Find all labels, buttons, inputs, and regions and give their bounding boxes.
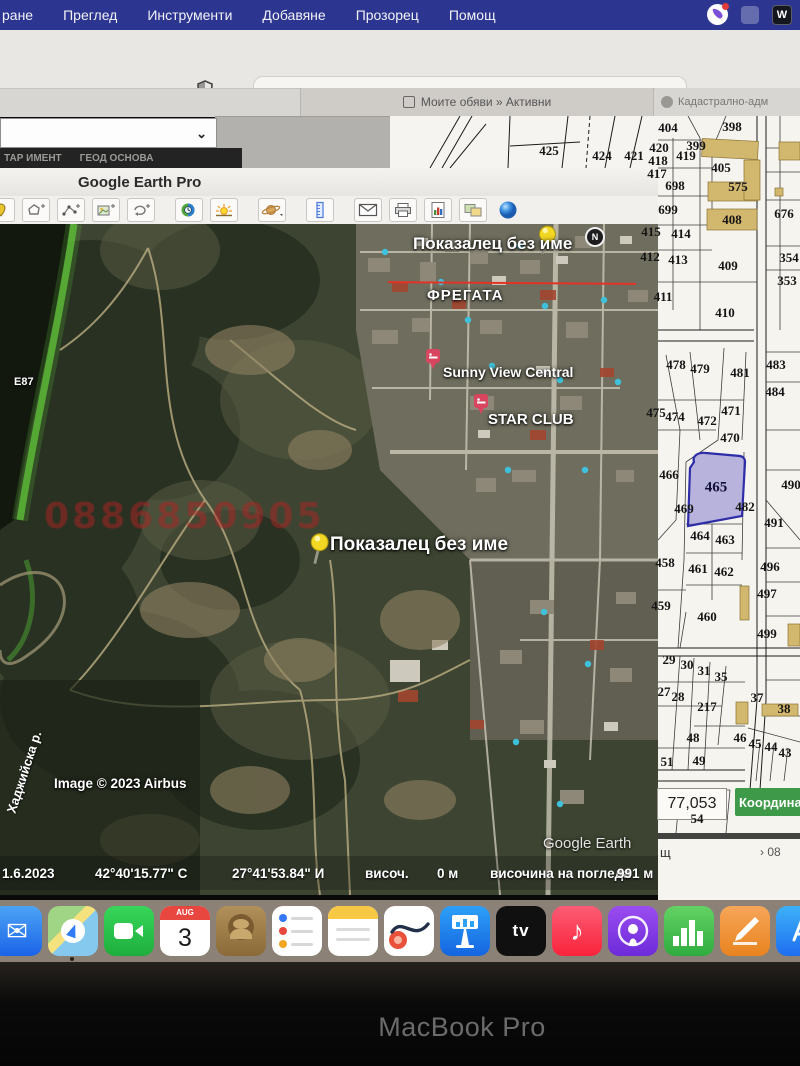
polygon-add-icon[interactable] <box>22 198 50 222</box>
menu-bar-status-icons: W <box>707 4 792 25</box>
window-title: Google Earth Pro <box>78 174 201 191</box>
longitude-value: 27°41'53.84" И <box>232 866 324 881</box>
imagery-credit: Image © 2023 Airbus <box>54 776 187 791</box>
browser-toolbar: kais.cadastre.bg ↻ <box>0 30 800 88</box>
map-switch-icon[interactable] <box>459 198 487 222</box>
cadastre-top-strip <box>390 116 658 168</box>
envelope-icon: ✉ <box>6 916 28 947</box>
navigation-arrow-icon <box>61 919 85 943</box>
menu-item-5[interactable]: Помощ <box>449 7 496 23</box>
menu-items: ране Преглед Инструменти Добавяне Прозорец По… <box>0 7 496 23</box>
ruler-icon[interactable] <box>306 198 334 222</box>
kais-dark-tab-bar: ТАР ИМЕНТ ГЕОД ОСНОВА <box>0 148 242 168</box>
google-earth-toolbar <box>0 196 658 225</box>
elevation-value: 0 м <box>437 866 458 881</box>
text-fragment: щ <box>660 845 671 860</box>
facetime-app-icon[interactable] <box>104 906 154 956</box>
device-label: MacBook Pro <box>287 1012 637 1043</box>
freeform-app-icon[interactable] <box>384 906 434 956</box>
google-earth-watermark: Google Earth <box>543 835 631 852</box>
eye-altitude-label: височина на погледа <box>490 866 631 881</box>
menu-item-2[interactable]: Инструменти <box>147 7 232 23</box>
earth-web-icon[interactable] <box>494 198 522 222</box>
earth-status-bar: 1.6.2023 42°40'15.77" С 27°41'53.84" И в… <box>0 860 658 890</box>
email-icon[interactable] <box>354 198 382 222</box>
tab-moite-obyavi[interactable]: Моите обяви » Активни <box>300 88 654 116</box>
reminders-app-icon[interactable] <box>272 906 322 956</box>
coordinates-button[interactable]: Координа <box>735 788 800 816</box>
tab-label: Моите обяви » Активни <box>421 95 551 109</box>
tab-label: Кадастрално-адм <box>678 96 768 108</box>
maps-app-icon[interactable] <box>48 906 98 956</box>
apple-tv-app-icon[interactable]: tv <box>496 906 546 956</box>
macos-menu-bar: ране Преглед Инструменти Добавяне Прозорец По… <box>0 0 800 30</box>
tour-record-icon[interactable] <box>127 198 155 222</box>
historical-imagery-icon[interactable] <box>175 198 203 222</box>
google-earth-titlebar[interactable]: Google Earth Pro <box>0 168 658 197</box>
podcasts-app-icon[interactable] <box>608 906 658 956</box>
elevation-label: височ. <box>365 866 409 881</box>
music-note-icon: ♪ <box>570 916 584 947</box>
text-fragment: › 08 <box>760 845 781 859</box>
tab-kadastralno[interactable]: Кадастрално-адм <box>655 88 800 116</box>
selected-parcel-465[interactable] <box>688 453 745 526</box>
tv-label: tv <box>512 921 529 941</box>
menu-item-0[interactable]: ране <box>2 7 33 23</box>
contacts-app-icon[interactable] <box>216 906 266 956</box>
calendar-app-icon[interactable]: AUG 3 <box>160 906 210 956</box>
calendar-month: AUG <box>160 906 210 920</box>
macbook-screen-photo: ране Преглед Инструменти Добавяне Прозорец По… <box>0 0 800 1066</box>
fregata-label: ФРЕГАТА <box>427 287 504 304</box>
viber-icon[interactable] <box>707 4 728 25</box>
image-overlay-add-icon[interactable] <box>92 198 120 222</box>
keynote-app-icon[interactable] <box>440 906 490 956</box>
calendar-day: 3 <box>160 920 210 956</box>
translucent-app-icon[interactable] <box>741 6 759 24</box>
path-add-icon[interactable] <box>57 198 85 222</box>
pages-app-icon[interactable] <box>720 906 770 956</box>
eye-altitude-value: 991 м <box>617 866 653 881</box>
menu-item-1[interactable]: Преглед <box>63 7 117 23</box>
placemark-label[interactable]: Показалец без име <box>330 534 508 556</box>
numbers-app-icon[interactable] <box>664 906 714 956</box>
notes-app-icon[interactable] <box>328 906 378 956</box>
placemark-label[interactable]: Показалец без име <box>413 234 572 254</box>
app-store-icon[interactable] <box>776 906 800 956</box>
macos-dock: ✉ AUG 3 tv ♪ <box>0 900 800 962</box>
print-icon[interactable] <box>389 198 417 222</box>
satellite-map-viewport[interactable]: Показалец без име N ФРЕГАТА Sunny View C… <box>0 224 658 895</box>
north-compass-badge: N <box>585 227 605 247</box>
cadastre-map-panel[interactable] <box>658 116 800 900</box>
save-image-icon[interactable] <box>424 198 452 222</box>
w-app-icon[interactable]: W <box>772 5 792 25</box>
tab-favicon <box>403 96 415 108</box>
running-app-indicator <box>70 957 74 961</box>
kais-tab-fragment[interactable]: ТАР ИМЕНТ <box>4 153 62 164</box>
planets-icon[interactable] <box>258 198 286 222</box>
panel-shadow <box>658 833 800 839</box>
mail-app-icon[interactable]: ✉ <box>0 906 42 956</box>
kais-tab-fragment[interactable]: ГЕОД ОСНОВА <box>80 153 154 164</box>
latitude-value: 42°40'15.77" С <box>95 866 187 881</box>
music-app-icon[interactable]: ♪ <box>552 906 602 956</box>
imagery-date: 1.6.2023 <box>2 866 55 881</box>
lodging-pin-icon[interactable] <box>426 349 442 370</box>
sunny-view-label[interactable]: Sunny View Central <box>443 364 573 380</box>
menu-item-3[interactable]: Добавяне <box>262 7 325 23</box>
sunlight-icon[interactable] <box>210 198 238 222</box>
placemark-add-icon[interactable] <box>0 198 15 222</box>
area-value-box: 77,053 <box>657 788 727 820</box>
star-club-label[interactable]: STAR CLUB <box>488 411 574 428</box>
cadastre-lines <box>390 116 658 168</box>
contact-shoulders <box>230 929 252 939</box>
pushpin-icon[interactable] <box>303 532 333 568</box>
viber-notification-dot <box>722 3 729 10</box>
kais-dropdown[interactable]: ⌄ <box>0 118 217 148</box>
road-e87-label: E87 <box>14 376 34 388</box>
tab-favicon-round <box>661 96 673 108</box>
phone-watermark: 0886850905 <box>44 496 325 537</box>
menu-item-4[interactable]: Прозорец <box>356 7 419 23</box>
contact-head <box>233 919 249 929</box>
chevron-down-icon: ⌄ <box>196 126 207 142</box>
